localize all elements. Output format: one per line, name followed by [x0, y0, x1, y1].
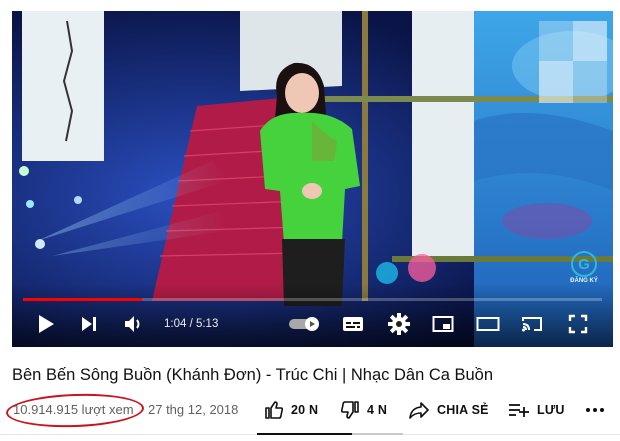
- progress-bar[interactable]: [23, 298, 602, 301]
- miniplayer-icon: [432, 316, 454, 332]
- more-icon: [586, 408, 604, 412]
- upload-date: 27 thg 12, 2018: [148, 402, 239, 417]
- gear-icon: [388, 313, 410, 335]
- like-button[interactable]: 20 N: [264, 399, 318, 421]
- view-count: 10.914.915 lượt xem: [13, 402, 134, 417]
- share-icon: [409, 402, 429, 419]
- dislike-count: 4 N: [367, 403, 388, 417]
- video-title: Bên Bến Sông Buồn (Khánh Đơn) - Trúc Chi…: [12, 366, 494, 384]
- volume-icon: [125, 316, 140, 332]
- next-button[interactable]: [78, 311, 100, 337]
- next-icon: [82, 317, 96, 331]
- player-controls: 1:04 / 5:13: [12, 307, 613, 341]
- cast-icon: [522, 317, 542, 332]
- save-button[interactable]: LƯU: [508, 399, 565, 421]
- autoplay-toggle[interactable]: [288, 311, 322, 337]
- like-count: 20 N: [291, 403, 319, 417]
- fullscreen-icon: [568, 314, 588, 334]
- play-icon: [39, 315, 54, 333]
- video-player[interactable]: G ĐĂNG KÝ 1:04 / 5:13: [12, 11, 613, 347]
- channel-watermark: [539, 21, 607, 103]
- thumbs-down-icon: [340, 401, 359, 419]
- share-label: CHIA SẺ: [437, 403, 489, 417]
- sentiment-bar: [257, 433, 403, 435]
- subtitles-icon: [343, 317, 363, 331]
- channel-logo-icon: G: [571, 251, 597, 277]
- progress-played: [23, 298, 142, 301]
- autoplay-toggle-icon: [289, 317, 319, 331]
- cast-button[interactable]: [520, 311, 544, 337]
- miniplayer-button[interactable]: [431, 311, 455, 337]
- thumbs-up-icon: [265, 401, 284, 419]
- settings-button[interactable]: [387, 311, 411, 337]
- theater-mode-icon: [476, 317, 500, 331]
- dislike-button[interactable]: 4 N: [340, 399, 387, 421]
- view-count-highlight: 10.914.915 lượt xem: [5, 391, 145, 430]
- time-display: 1:04 / 5:13: [164, 318, 219, 330]
- play-button[interactable]: [34, 311, 58, 337]
- volume-button[interactable]: [122, 311, 146, 337]
- sentiment-bar-dislike: [352, 433, 403, 435]
- share-button[interactable]: CHIA SẺ: [408, 399, 489, 421]
- save-label: LƯU: [537, 403, 565, 417]
- subtitles-button[interactable]: [340, 311, 366, 337]
- add-to-playlist-icon: [509, 404, 529, 417]
- video-meta-row: 10.914.915 lượt xem 27 thg 12, 2018 20 N…: [0, 391, 620, 430]
- more-actions-button[interactable]: [585, 399, 612, 421]
- theater-mode-button[interactable]: [476, 311, 500, 337]
- fullscreen-button[interactable]: [566, 311, 590, 337]
